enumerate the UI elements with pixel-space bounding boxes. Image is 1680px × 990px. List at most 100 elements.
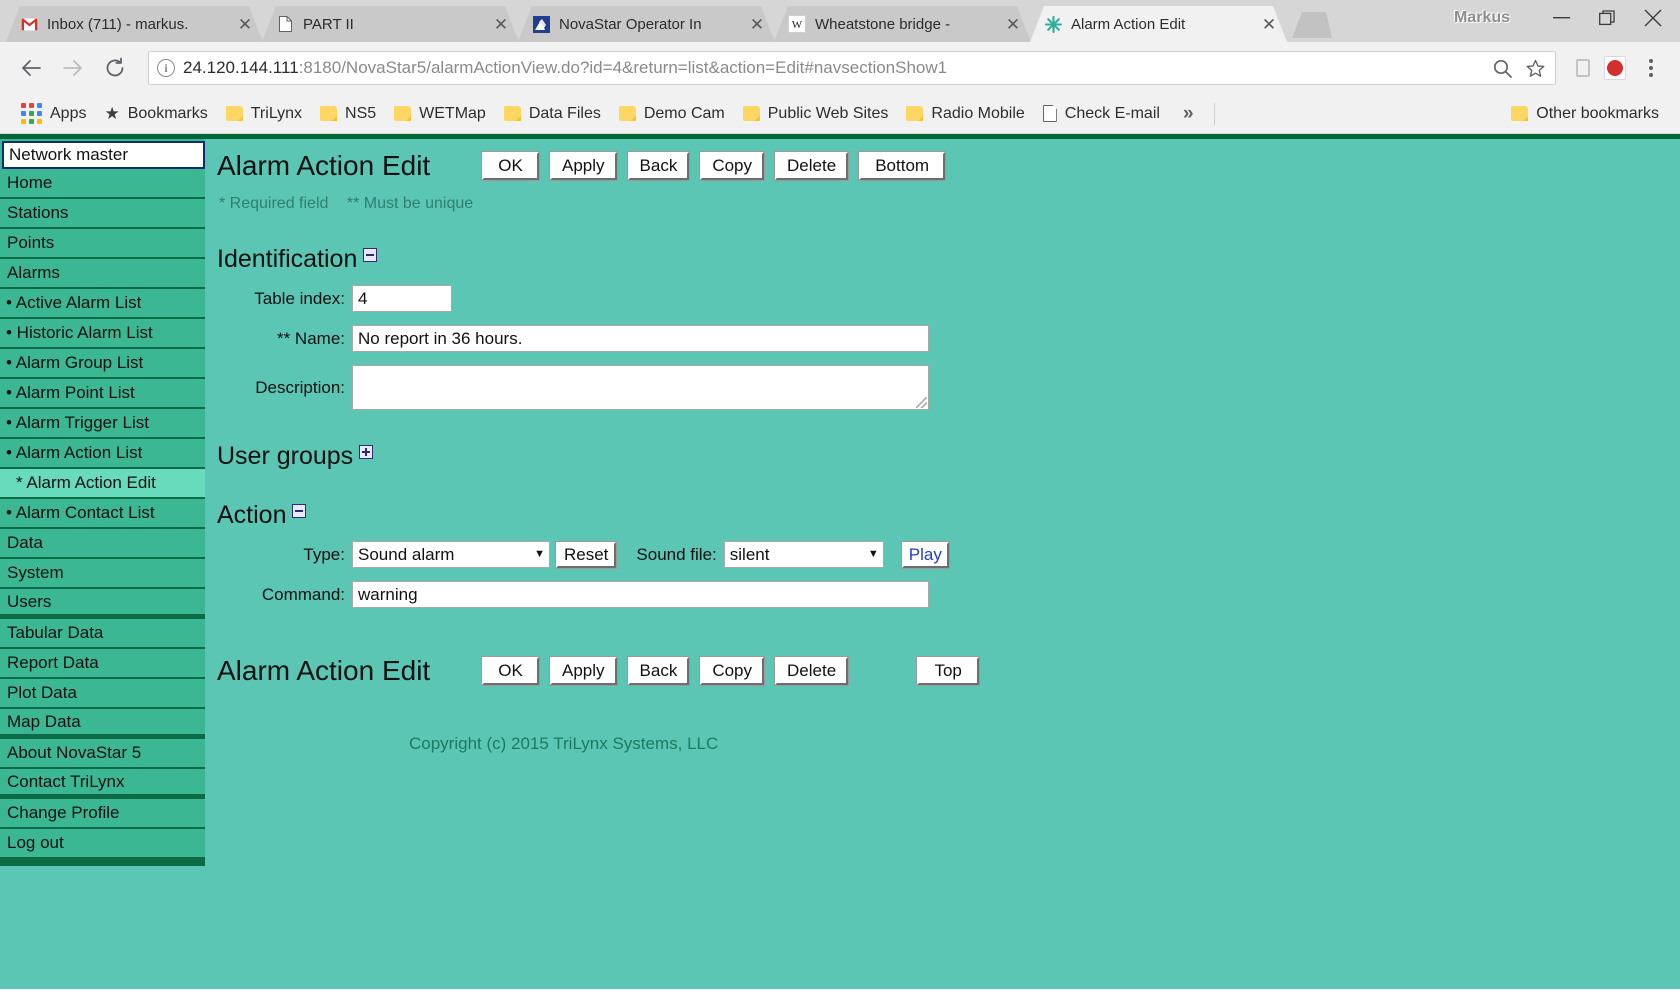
sidebar-item-home[interactable]: Home	[0, 169, 205, 199]
sidebar-item-points[interactable]: Points	[0, 229, 205, 259]
back-icon[interactable]	[12, 49, 50, 87]
apply-button[interactable]: Apply	[549, 151, 618, 181]
tab-title: Wheatstone bridge -	[815, 15, 951, 33]
bookmark-check-email[interactable]: Check E-mail	[1034, 99, 1169, 129]
sidebar-item-alarm-point-list[interactable]: • Alarm Point List	[0, 379, 205, 409]
close-icon[interactable]: ✕	[1259, 14, 1279, 34]
collapse-minus-icon[interactable]	[363, 248, 378, 262]
browser-tab-wheatstone-bridge[interactable]: W Wheatstone bridge - ✕	[774, 6, 1031, 42]
reload-icon[interactable]	[96, 49, 134, 87]
bottom-button[interactable]: Bottom	[858, 151, 947, 181]
back-button-bottom[interactable]: Back	[626, 656, 691, 686]
bookmark-star-icon[interactable]	[1526, 59, 1545, 78]
expand-plus-icon[interactable]	[359, 445, 374, 459]
bookmark-bookmarks[interactable]: ★ Bookmarks	[95, 99, 216, 129]
action-type-select[interactable]: Sound alarm ▼	[352, 541, 550, 568]
description-textarea[interactable]	[352, 365, 929, 410]
copy-button[interactable]: Copy	[699, 151, 766, 181]
bookmark-demo-cam[interactable]: Demo Cam	[610, 99, 734, 129]
apply-button-bottom[interactable]: Apply	[549, 656, 618, 686]
close-icon[interactable]: ✕	[747, 14, 767, 34]
play-button[interactable]: Play	[900, 540, 950, 569]
bookmark-data-files[interactable]: Data Files	[495, 99, 610, 129]
copy-button-bottom[interactable]: Copy	[699, 656, 766, 686]
reset-button[interactable]: Reset	[554, 540, 618, 569]
browser-tab-inbox[interactable]: Inbox (711) - markus. ✕	[6, 6, 263, 42]
top-button[interactable]: Top	[916, 656, 981, 686]
sidebar-item-alarms[interactable]: Alarms	[0, 259, 205, 289]
close-window-icon[interactable]	[1630, 0, 1676, 39]
sidebar-item-plot-data[interactable]: Plot Data	[0, 679, 205, 709]
extension-icon[interactable]	[1570, 55, 1596, 81]
close-icon[interactable]: ✕	[491, 14, 511, 34]
delete-button[interactable]: Delete	[774, 151, 850, 181]
sidebar-item-data[interactable]: Data	[0, 529, 205, 559]
table-index-input[interactable]: 4	[352, 285, 452, 312]
sidebar-item-system[interactable]: System	[0, 559, 205, 589]
footer-title: Alarm Action Edit	[217, 655, 431, 686]
close-icon[interactable]: ✕	[1003, 14, 1023, 34]
bookmark-radio-mobile[interactable]: Radio Mobile	[897, 99, 1033, 129]
toolbar-bottom: OK Apply Back Copy Delete Top	[481, 656, 981, 686]
name-input[interactable]: No report in 36 hours.	[352, 325, 929, 352]
url-path: :8180/NovaStar5/alarmActionView.do?id=4&…	[298, 58, 948, 77]
close-icon[interactable]: ✕	[235, 14, 255, 34]
sidebar-item-about-novastar[interactable]: About NovaStar 5	[0, 739, 205, 769]
bookmark-public-web-sites[interactable]: Public Web Sites	[734, 99, 898, 129]
bookmark-wetmap[interactable]: WETMap	[385, 99, 495, 129]
sidebar-item-contact-trilynx[interactable]: Contact TriLynx	[0, 769, 205, 799]
tab-title: NovaStar Operator In	[559, 15, 702, 33]
sidebar-item-historic-alarm-list[interactable]: • Historic Alarm List	[0, 319, 205, 349]
site-info-icon[interactable]: i	[157, 59, 175, 77]
command-input[interactable]: warning	[352, 581, 929, 608]
sound-file-select[interactable]: silent ▼	[723, 541, 884, 568]
bookmark-ns5[interactable]: NS5	[311, 99, 385, 129]
sidebar-item-alarm-contact-list[interactable]: • Alarm Contact List	[0, 499, 205, 529]
site-selector[interactable]: Network master	[2, 141, 205, 169]
bookmark-apps[interactable]: Apps	[12, 99, 95, 129]
sidebar-item-active-alarm-list[interactable]: • Active Alarm List	[0, 289, 205, 319]
sidebar-item-alarm-action-list[interactable]: • Alarm Action List	[0, 439, 205, 469]
back-button[interactable]: Back	[626, 151, 691, 181]
bookmark-trilynx[interactable]: TriLynx	[217, 99, 311, 129]
sidebar-item-log-out[interactable]: Log out	[0, 829, 205, 859]
bookmark-label: Apps	[50, 104, 87, 122]
gmail-icon	[20, 15, 38, 33]
sidebar-item-stations[interactable]: Stations	[0, 199, 205, 229]
maximize-icon[interactable]	[1584, 0, 1630, 39]
delete-button-bottom[interactable]: Delete	[774, 656, 850, 686]
sidebar-item-report-data[interactable]: Report Data	[0, 649, 205, 679]
field-label: Type:	[303, 544, 345, 564]
new-tab-button[interactable]	[1292, 12, 1332, 38]
ok-button[interactable]: OK	[481, 151, 540, 181]
bookmark-label: Check E-mail	[1064, 104, 1160, 122]
bookmark-label: Radio Mobile	[931, 104, 1025, 122]
browser-tab-alarm-action-edit[interactable]: Alarm Action Edit ✕	[1030, 6, 1287, 42]
section-action-header: Action	[217, 503, 1680, 528]
sidebar-item-users[interactable]: Users	[0, 589, 205, 619]
address-bar[interactable]: i 24.120.144.111:8180/NovaStar5/alarmAct…	[148, 51, 1556, 85]
pdf-extension-icon[interactable]	[1602, 55, 1628, 81]
sidebar-item-alarm-action-edit[interactable]: * Alarm Action Edit	[0, 469, 205, 499]
sidebar-item-alarm-trigger-list[interactable]: • Alarm Trigger List	[0, 409, 205, 439]
zoom-search-icon[interactable]	[1493, 59, 1512, 78]
sidebar-item-change-profile[interactable]: Change Profile	[0, 799, 205, 829]
sidebar-item-map-data[interactable]: Map Data	[0, 709, 205, 739]
chrome-menu-icon[interactable]	[1634, 51, 1668, 85]
bookmark-label: Other bookmarks	[1536, 104, 1659, 122]
forward-icon[interactable]	[54, 49, 92, 87]
browser-tab-part-ii[interactable]: PART II ✕	[262, 6, 519, 42]
profile-name[interactable]: Markus	[1444, 9, 1538, 27]
section-heading: User groups	[217, 442, 354, 470]
folder-icon	[503, 106, 521, 121]
minimize-icon[interactable]	[1538, 0, 1584, 39]
bookmarks-overflow-icon[interactable]: »	[1169, 103, 1208, 125]
collapse-minus-icon[interactable]	[292, 504, 307, 518]
sidebar-item-tabular-data[interactable]: Tabular Data	[0, 619, 205, 649]
bookmark-other-bookmarks[interactable]: Other bookmarks	[1502, 99, 1668, 129]
page-icon	[1042, 105, 1057, 122]
star-icon: ★	[104, 104, 120, 123]
browser-tab-novastar-operator[interactable]: NovaStar Operator In ✕	[518, 6, 775, 42]
sidebar-item-alarm-group-list[interactable]: • Alarm Group List	[0, 349, 205, 379]
ok-button-bottom[interactable]: OK	[481, 656, 540, 686]
